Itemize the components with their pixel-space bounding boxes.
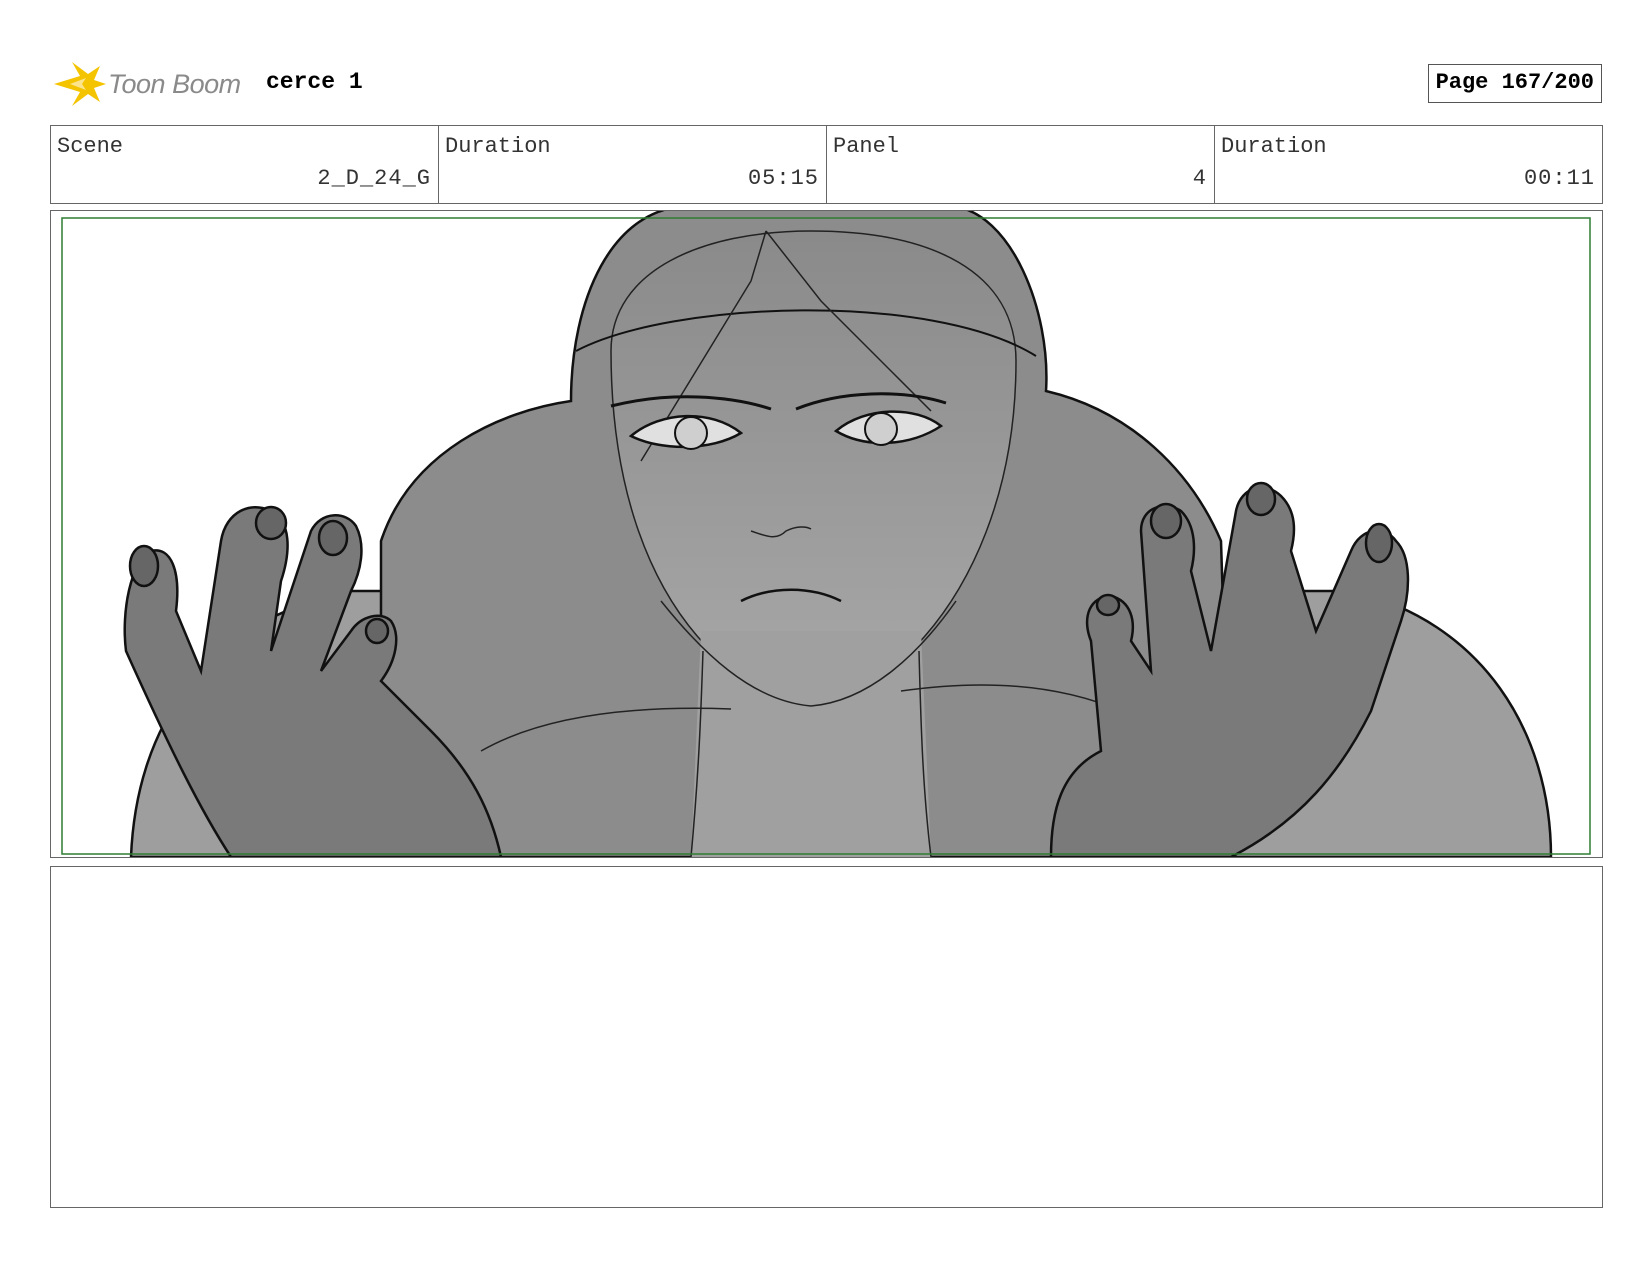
left-iris [674, 416, 708, 450]
logo-text: Toon Boom [108, 69, 241, 99]
panel-sketch [61, 211, 1591, 857]
page-header: Toon Boom cerce 1 Page 167/200 [50, 55, 1602, 115]
scene-label: Scene [57, 134, 124, 159]
panel-value: 4 [1192, 166, 1207, 191]
panel-info-table: Scene 2_D_24_G Duration 05:15 Panel 4 Du… [50, 125, 1603, 204]
panel-notes-box[interactable] [50, 866, 1603, 1208]
panel-cell: Panel 4 [827, 126, 1215, 203]
storyboard-panel [50, 210, 1603, 858]
scene-duration-label: Duration [445, 134, 551, 159]
project-title: cerce 1 [266, 69, 363, 95]
neck-shape [691, 631, 931, 857]
scene-duration-cell: Duration 05:15 [439, 126, 827, 203]
scene-cell: Scene 2_D_24_G [51, 126, 439, 203]
scene-value: 2_D_24_G [317, 166, 431, 191]
panel-duration-value: 00:11 [1523, 166, 1595, 191]
toon-boom-logo: Toon Boom [50, 58, 250, 110]
panel-duration-cell: Duration 00:11 [1215, 126, 1602, 203]
logo-burst-icon [54, 62, 106, 106]
right-iris [864, 412, 898, 446]
panel-label: Panel [833, 134, 900, 159]
scene-duration-value: 05:15 [747, 166, 819, 191]
panel-duration-label: Duration [1221, 134, 1327, 159]
page-number: Page 167/200 [1427, 64, 1602, 103]
